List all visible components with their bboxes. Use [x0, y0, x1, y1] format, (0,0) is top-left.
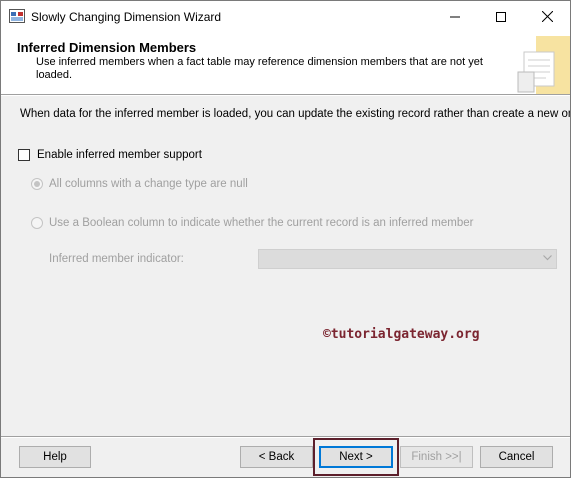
radio-boolean-column-label: Use a Boolean column to indicate whether… — [49, 217, 474, 229]
close-icon — [541, 11, 553, 22]
enable-inferred-checkbox[interactable] — [18, 149, 30, 161]
footer-divider-highlight — [1, 437, 570, 438]
wizard-window: Slowly Changing Dimension Wizard Inferre… — [0, 0, 571, 478]
app-icon — [9, 9, 25, 23]
wizard-header: Inferred Dimension Members Use inferred … — [1, 32, 570, 94]
maximize-icon — [496, 11, 506, 22]
back-button[interactable]: < Back — [240, 446, 313, 468]
page-title: Inferred Dimension Members — [17, 40, 197, 55]
page-subtitle: Use inferred members when a fact table m… — [36, 56, 483, 81]
radio-boolean-column[interactable] — [31, 217, 43, 229]
cancel-button[interactable]: Cancel — [480, 446, 553, 468]
enable-inferred-label[interactable]: Enable inferred member support — [37, 149, 202, 161]
maximize-button[interactable] — [478, 1, 524, 32]
wizard-banner-icon — [517, 36, 570, 94]
chevron-down-icon — [543, 255, 552, 261]
close-button[interactable] — [524, 1, 570, 32]
help-button[interactable]: Help — [19, 446, 91, 468]
description-text: When data for the inferred member is loa… — [20, 108, 571, 120]
inferred-indicator-dropdown[interactable] — [258, 249, 557, 269]
header-divider-highlight — [1, 95, 570, 96]
minimize-icon — [450, 16, 460, 17]
indicator-label: Inferred member indicator: — [49, 253, 184, 265]
window-title: Slowly Changing Dimension Wizard — [31, 10, 222, 24]
minimize-button[interactable] — [432, 1, 478, 32]
next-button-highlight — [313, 438, 399, 476]
title-bar[interactable]: Slowly Changing Dimension Wizard — [1, 1, 570, 32]
watermark: ©tutorialgateway.org — [323, 327, 480, 342]
radio-null-columns[interactable] — [31, 178, 43, 190]
radio-null-columns-label: All columns with a change type are null — [49, 178, 248, 190]
finish-button[interactable]: Finish >>| — [400, 446, 473, 468]
